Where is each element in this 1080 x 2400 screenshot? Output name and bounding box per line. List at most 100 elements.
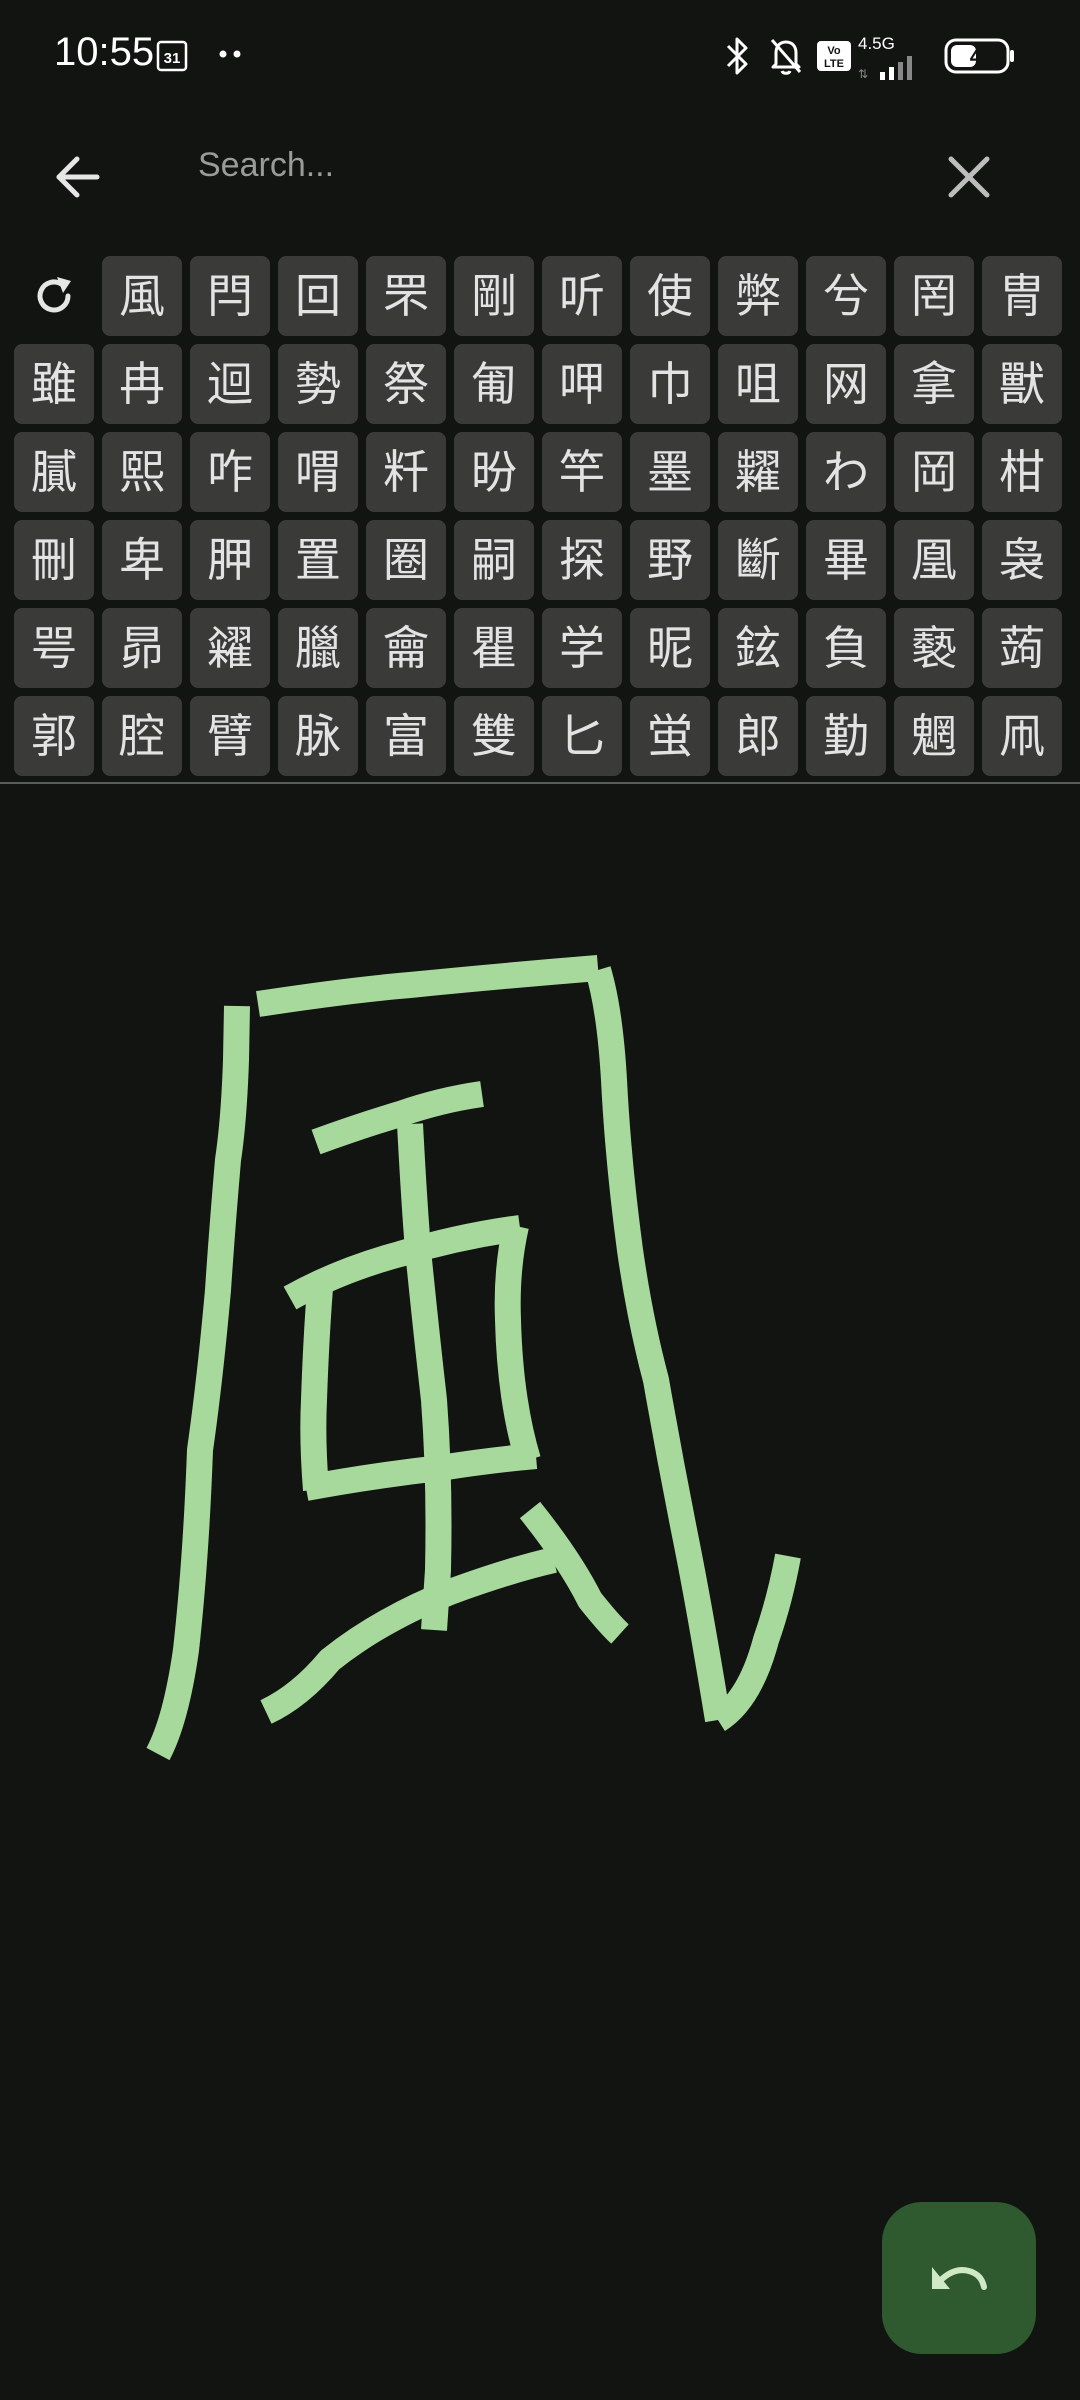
candidate-character[interactable]: 匕 [542,696,622,776]
refresh-icon [37,277,71,313]
candidate-character[interactable]: 雖 [14,344,94,424]
candidate-character[interactable]: 柑 [982,432,1062,512]
handwritten-strokes [146,955,801,1761]
candidate-character[interactable]: 閂 [190,256,270,336]
stroke-path [146,1005,250,1761]
candidate-character[interactable]: 兮 [806,256,886,336]
candidate-character[interactable]: 昐 [454,432,534,512]
stroke-path [397,1123,452,1631]
candidate-character[interactable]: 斷 [718,520,798,600]
search-input[interactable] [198,130,878,200]
undo-button[interactable] [882,2202,1036,2354]
candidate-character[interactable]: 墨 [630,432,710,512]
candidate-character[interactable]: 冑 [982,256,1062,336]
candidate-character[interactable]: 凰 [894,520,974,600]
handwriting-canvas[interactable] [0,786,1080,2400]
candidate-character[interactable]: 嗣 [454,520,534,600]
candidate-character[interactable]: 使 [630,256,710,336]
signal-strength-icon: ⇅ [858,56,912,80]
back-button[interactable] [40,140,114,214]
candidate-character[interactable]: 呷 [542,344,622,424]
candidate-character[interactable]: 郎 [718,696,798,776]
candidate-character[interactable]: 熙 [102,432,182,512]
stroke-path [494,1223,541,1464]
bluetooth-icon [726,37,748,75]
candidate-character[interactable]: 袅 [982,520,1062,600]
candidate-character[interactable]: 鉉 [718,608,798,688]
candidate-character[interactable]: わ [806,432,886,512]
candidate-character[interactable]: 粁 [366,432,446,512]
candidate-character[interactable]: 罔 [894,256,974,336]
candidate-character[interactable]: 脉 [278,696,358,776]
candidate-character[interactable]: 膩 [14,432,94,512]
candidate-character[interactable]: 糴 [190,608,270,688]
stroke-path [585,966,731,1723]
candidate-character[interactable]: 祭 [366,344,446,424]
candidate-character[interactable]: 圈 [366,520,446,600]
candidate-character[interactable]: 卑 [102,520,182,600]
candidate-character[interactable]: 野 [630,520,710,600]
candidate-character[interactable]: 昴 [102,608,182,688]
svg-text:Vo: Vo [827,45,841,57]
candidate-character[interactable]: 魍 [894,696,974,776]
refresh-button[interactable] [14,256,94,336]
candidate-character[interactable]: 剛 [454,256,534,336]
calendar-day: 31 [164,50,181,67]
candidate-character[interactable]: 風 [102,256,182,336]
candidate-character[interactable]: 网 [806,344,886,424]
candidate-character[interactable]: 咋 [190,432,270,512]
candidate-character[interactable]: 富 [366,696,446,776]
candidate-character[interactable]: 蒟 [982,608,1062,688]
candidate-character[interactable]: 迴 [190,344,270,424]
candidate-character[interactable]: 探 [542,520,622,600]
candidate-character[interactable]: 凧 [982,696,1062,776]
candidate-character[interactable]: 回 [278,256,358,336]
network-type-label: 4.5G [858,34,895,53]
candidate-character[interactable]: 弊 [718,256,798,336]
candidate-character[interactable]: 巾 [630,344,710,424]
candidate-character[interactable]: 岡 [894,432,974,512]
candidate-character[interactable]: 勢 [278,344,358,424]
candidate-character[interactable]: 听 [542,256,622,336]
candidate-character[interactable]: 咀 [718,344,798,424]
candidate-character[interactable]: 龠 [366,608,446,688]
status-icons: Vo LTE 4.5G ⇅ 43 [720,34,1040,80]
candidate-character[interactable]: 臘 [278,608,358,688]
close-icon [948,156,990,198]
candidate-character[interactable]: 獸 [982,344,1062,424]
divider [0,782,1080,784]
candidate-character[interactable]: 竿 [542,432,622,512]
candidate-character[interactable]: 咢 [14,608,94,688]
candidate-character[interactable]: 拿 [894,344,974,424]
stroke-path [303,1443,538,1501]
candidate-character[interactable]: 刪 [14,520,94,600]
candidate-character[interactable]: 冉 [102,344,182,424]
candidate-character[interactable]: 胛 [190,520,270,600]
candidate-character[interactable]: 腔 [102,696,182,776]
candidate-character[interactable]: 蛍 [630,696,710,776]
candidate-character[interactable]: 負 [806,608,886,688]
candidate-character[interactable]: 学 [542,608,622,688]
candidate-character[interactable]: 勤 [806,696,886,776]
stroke-path [710,1553,801,1732]
candidate-character[interactable]: 臂 [190,696,270,776]
candidate-character[interactable]: 喟 [278,432,358,512]
candidate-character[interactable]: 畢 [806,520,886,600]
candidate-character[interactable]: 褻 [894,608,974,688]
candidate-character[interactable]: 罘 [366,256,446,336]
search-header [0,110,1080,240]
candidate-character[interactable]: 雙 [454,696,534,776]
candidate-character[interactable]: 匍 [454,344,534,424]
candidate-character[interactable]: 瞿 [454,608,534,688]
clear-search-button[interactable] [932,140,1006,214]
stroke-path [256,955,600,1017]
candidate-character[interactable]: 昵 [630,608,710,688]
candidate-character[interactable]: 置 [278,520,358,600]
undo-icon [932,2267,987,2290]
candidate-grid: 風閂回罘剛听使弊兮罔冑雖冉迴勢祭匍呷巾咀网拿獸膩熙咋喟粁昐竿墨糶わ岡柑刪卑胛置圈… [14,256,1066,776]
candidate-character[interactable]: 郭 [14,696,94,776]
status-time: 10:55 [54,30,155,74]
volte-icon: Vo LTE [817,41,851,71]
svg-text:LTE: LTE [824,58,844,70]
candidate-character[interactable]: 糶 [718,432,798,512]
